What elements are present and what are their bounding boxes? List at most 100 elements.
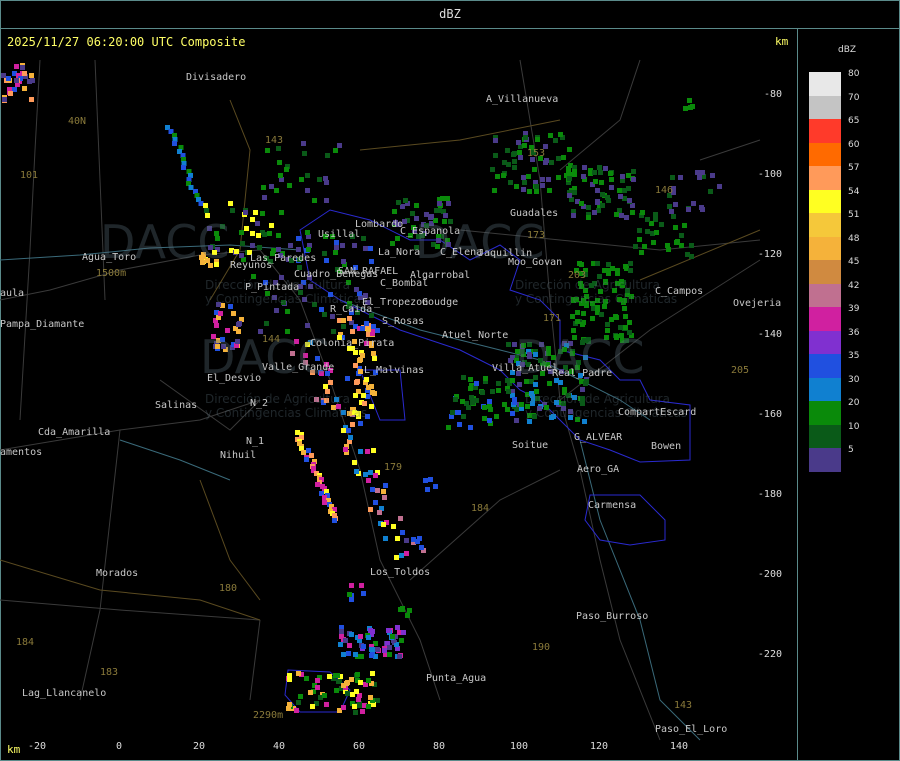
route-label: 173 [527,230,546,241]
place-label: Carmensa [588,500,637,511]
elevation-label: 1500m [96,268,127,279]
place-label: CompartEscard [618,407,697,418]
place-label: Cda_Amarilla [38,427,111,438]
legend-label: 48 [848,233,860,244]
legend-label: 54 [848,186,860,197]
place-label: S_Rosas [382,316,425,327]
place-label: L_Malvinas [364,365,425,376]
place-label: C_Campos [655,286,704,297]
route-label: 180 [219,583,238,594]
place-label: Ovejeria [733,298,782,309]
legend-swatch [809,95,841,120]
legend-label: 65 [848,116,860,127]
place-label: Agua_Toro [82,252,137,263]
y-tick-label: -120 [757,249,782,260]
legend-swatch [809,307,841,331]
y-tick-label: -180 [757,489,782,500]
route-label: 153 [527,148,546,159]
radar-map[interactable] [0,29,798,761]
legend-swatch [809,401,841,425]
place-label: Soitue [512,440,549,451]
place-label: Goudge [422,297,459,308]
x-tick-label: 40 [272,741,286,752]
legend-swatch [809,189,841,214]
legend-label: 36 [848,327,860,338]
legend-swatch [809,166,841,190]
y-tick-label: -100 [757,169,782,180]
place-label: Nihuil [220,450,257,461]
route-label: 146 [655,185,674,196]
legend-label: 10 [848,421,860,432]
place-label: Usillal [318,229,361,240]
legend-swatch [809,377,841,402]
place-label: Cuadro_Benegas [294,269,379,280]
legend-swatch [809,283,841,308]
legend-label: 70 [848,92,860,103]
place-label: La_Nora [378,247,421,258]
y-tick-label: -220 [757,649,782,660]
place-label: R_Caida [330,304,373,315]
route-label: 171 [543,313,562,324]
legend-swatch [809,72,841,96]
place-label: Paso_El_Loro [655,724,728,735]
title-bar: dBZ [0,0,900,29]
place-label: N_2 [250,398,269,409]
place-label: G_ALVEAR [574,432,623,443]
route-label: 184 [471,503,490,514]
legend-label: 45 [848,257,860,268]
place-label: N_1 [246,436,265,447]
y-axis-unit: km [775,35,789,48]
legend-label: 5 [848,445,854,456]
route-label: 143 [674,700,693,711]
watermark-caption: y Contingencias Climáticas [205,406,368,420]
route-label: 179 [384,462,403,473]
place-label: Lombardo [355,219,404,230]
place-label: aula [0,288,25,299]
x-tick-label: -20 [27,741,47,752]
legend-label: 42 [848,280,860,291]
legend-swatch [809,448,841,472]
place-label: Morados [96,568,139,579]
place-label: Los_Toldos [370,567,431,578]
legend-label: 35 [848,351,860,362]
place-label: El_Desvio [207,373,262,384]
watermark-caption: Dirección de Agricultura [205,392,350,406]
route-label: 205 [731,365,750,376]
legend-label: 60 [848,139,860,150]
place-label: A_Villanueva [486,94,559,105]
x-tick-label: 0 [115,741,123,752]
legend-swatch [809,260,841,284]
place-label: Valle_Grande [262,362,335,373]
legend-label: 51 [848,210,860,221]
place-label: Divisadero [186,72,247,83]
place-label: Lag_Llancanelo [22,688,107,699]
route-label: 203 [568,270,587,281]
place-label: Real_Padre [552,368,613,379]
legend-swatch [809,424,841,449]
watermark-caption: Dirección de Agricultura [515,278,660,292]
place-label: Villa_Atuel [492,363,559,374]
route-network [0,99,761,621]
place-label: Aero_GA [577,464,620,475]
elevation-label: 2290m [253,710,284,721]
place-label: C_Elena [440,247,483,258]
legend-swatch [809,354,841,378]
place-label: Pampa_Diamante [0,319,85,330]
place-label: Bowen [651,441,682,452]
place-label: Las_Paredes [250,253,317,264]
y-tick-label: -140 [757,329,782,340]
legend-swatch [809,142,841,167]
route-label: 143 [265,135,284,146]
legend-swatch [809,236,841,261]
watermark-caption: y Contingencias Climáticas [515,292,678,306]
legend-label: 30 [848,374,860,385]
legend-swatch [809,330,841,355]
x-tick-label: 60 [352,741,366,752]
x-tick-label: 80 [432,741,446,752]
place-label: Guadales [510,208,559,219]
legend-swatch [809,213,841,237]
route-label: 40N [68,116,87,127]
place-label: Paso_Burroso [576,611,649,622]
place-label: Punta_Agua [426,673,487,684]
place-label: Colonia_Pirata [310,338,395,349]
